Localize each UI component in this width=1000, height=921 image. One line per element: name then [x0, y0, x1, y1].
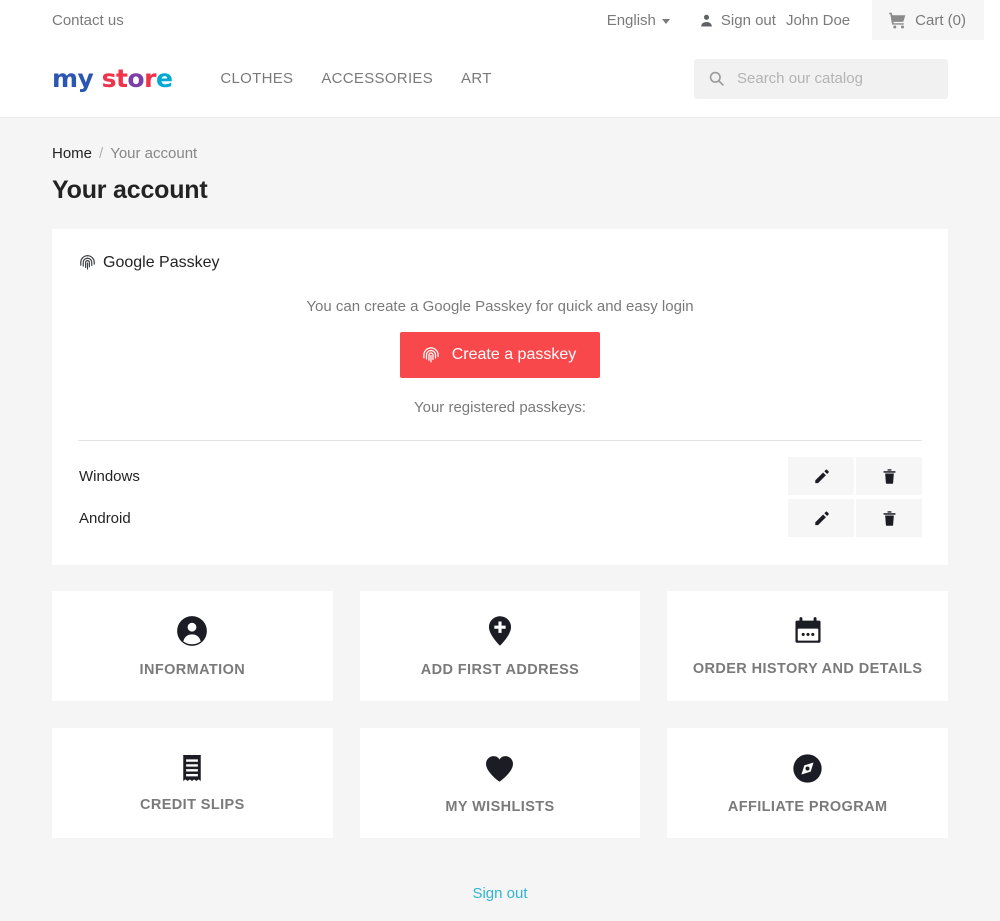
tile-my-wishlists[interactable]: MY WISHLISTS	[359, 728, 641, 838]
top-bar-right: English Sign out John Doe Cart (0)	[607, 0, 1000, 40]
nav-item-art[interactable]: ART	[461, 70, 492, 87]
registered-passkeys-label: Your registered passkeys:	[413, 399, 587, 416]
create-passkey-button[interactable]: Create a passkey	[399, 332, 601, 378]
cart-button[interactable]: Cart (0)	[872, 0, 984, 40]
tile-order-history[interactable]: ORDER HISTORY AND DETAILS	[667, 591, 948, 701]
pencil-icon	[813, 510, 830, 527]
language-label: English	[606, 11, 656, 29]
breadcrumb-separator: /	[99, 145, 104, 162]
passkey-card-title: Google Passkey	[103, 253, 220, 271]
trash-icon	[881, 510, 898, 527]
tile-label: CREDIT SLIPS	[139, 797, 245, 813]
chevron-down-icon	[661, 18, 670, 24]
cart-label: Cart (0)	[915, 11, 966, 29]
shopping-cart-icon	[888, 11, 907, 30]
page-content: Home / Your account Your account Google …	[0, 118, 1000, 921]
google-passkey-card: Google Passkey You can create a Google P…	[52, 229, 948, 565]
passkey-row: Windows	[78, 455, 922, 497]
breadcrumb-home[interactable]: Home	[52, 145, 92, 162]
user-icon	[698, 12, 715, 29]
delete-passkey-button[interactable]	[856, 499, 922, 537]
site-logo[interactable]: my store	[52, 64, 173, 93]
compass-icon	[791, 752, 824, 785]
nav-item-accessories[interactable]: ACCESSORIES	[321, 70, 433, 87]
tile-affiliate-program[interactable]: AFFILIATE PROGRAM	[667, 728, 948, 838]
passkey-list: Windows Android	[78, 441, 922, 539]
edit-passkey-button[interactable]	[788, 457, 854, 495]
tile-credit-slips[interactable]: CREDIT SLIPS	[52, 728, 333, 838]
passkey-name: Windows	[79, 467, 140, 485]
tile-add-first-address[interactable]: ADD FIRST ADDRESS	[359, 591, 641, 701]
language-selector[interactable]: English	[607, 12, 698, 29]
nav-item-clothes[interactable]: CLOTHES	[220, 70, 293, 87]
tile-label: ORDER HISTORY AND DETAILS	[692, 661, 923, 677]
tile-label: INFORMATION	[139, 662, 246, 678]
person-circle-icon	[175, 614, 209, 648]
tile-information[interactable]: INFORMATION	[52, 591, 333, 701]
passkey-row-actions	[788, 457, 922, 495]
passkey-card-header: Google Passkey	[78, 253, 922, 272]
create-passkey-button-wrap: Create a passkey	[78, 332, 922, 378]
footer-signout-link[interactable]: Sign out	[472, 885, 527, 902]
create-passkey-button-label: Create a passkey	[451, 346, 577, 363]
search-box[interactable]	[694, 58, 948, 99]
receipt-icon	[177, 753, 207, 783]
logo-part-3: o	[127, 64, 145, 93]
search-input[interactable]	[735, 69, 934, 88]
logo-part-4: r	[144, 64, 156, 93]
pencil-icon	[813, 468, 830, 485]
passkey-description: You can create a Google Passkey for quic…	[306, 298, 694, 315]
footer-signout-wrap: Sign out	[52, 885, 948, 921]
breadcrumb: Home / Your account	[52, 118, 948, 162]
page-title: Your account	[52, 176, 208, 204]
top-signout-link[interactable]: Sign out	[721, 12, 776, 29]
contact-us-link[interactable]: Contact us	[52, 12, 124, 29]
tile-label: MY WISHLISTS	[445, 798, 555, 815]
user-name: John Doe	[785, 11, 851, 29]
logo-part-1: my	[52, 64, 94, 93]
edit-passkey-button[interactable]	[788, 499, 854, 537]
logo-part-2: st	[93, 64, 128, 93]
user-account-block: Sign out John Doe	[698, 12, 850, 29]
site-header: my store CLOTHES ACCESSORIES ART	[0, 40, 1000, 118]
calendar-icon	[792, 615, 824, 647]
breadcrumb-current: Your account	[110, 145, 198, 162]
tile-label: AFFILIATE PROGRAM	[727, 798, 888, 815]
trash-icon	[881, 468, 898, 485]
search-icon	[708, 70, 725, 87]
main-navigation: CLOTHES ACCESSORIES ART	[220, 70, 491, 87]
logo-part-5: e	[155, 64, 173, 93]
top-bar: Contact us English Sign out John Doe Car…	[0, 0, 1000, 40]
passkey-name: Android	[79, 509, 131, 527]
delete-passkey-button[interactable]	[856, 457, 922, 495]
account-links-grid: INFORMATION ADD FIRST ADDRESS ORDER HIST…	[52, 591, 948, 838]
tile-label: ADD FIRST ADDRESS	[420, 662, 580, 678]
heart-icon	[483, 752, 516, 785]
fingerprint-icon	[78, 253, 97, 272]
passkey-row-actions	[788, 499, 922, 537]
map-pin-plus-icon	[483, 614, 517, 648]
fingerprint-icon	[421, 345, 441, 365]
passkey-row: Android	[78, 497, 922, 539]
